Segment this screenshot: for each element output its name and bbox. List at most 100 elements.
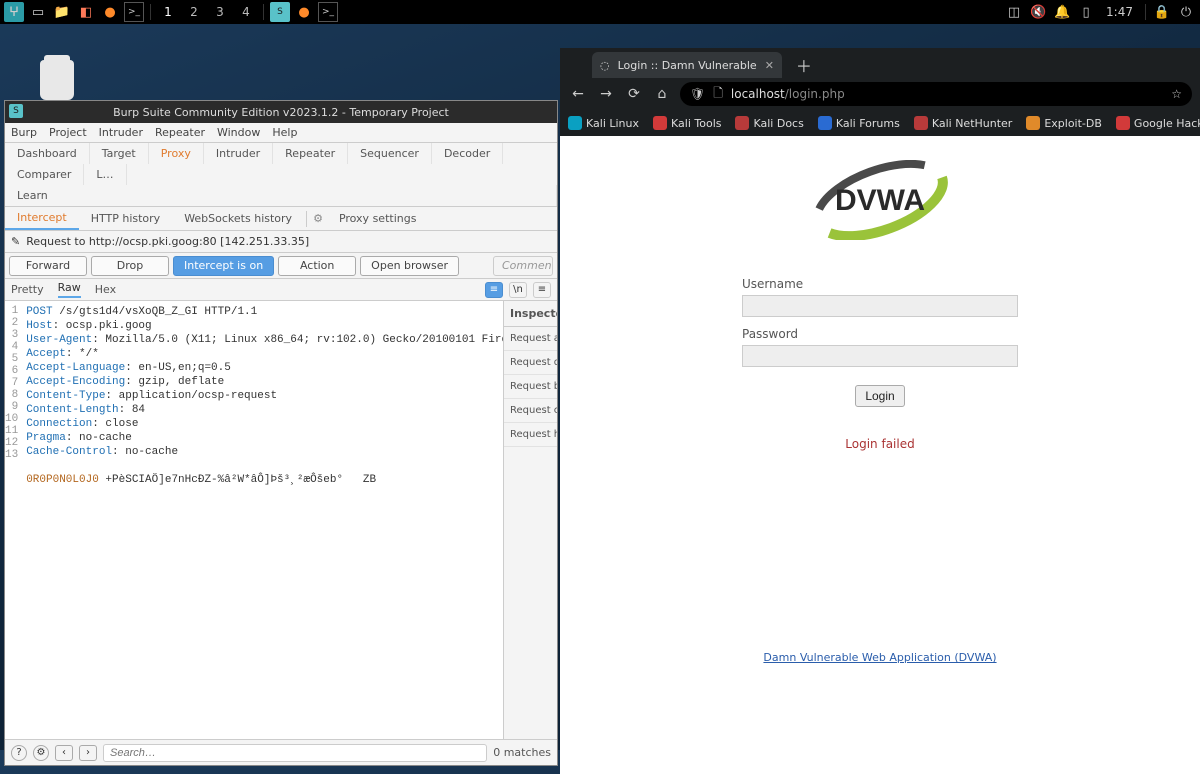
browser-tab[interactable]: ◌ Login :: Damn Vulnerable ✕ xyxy=(592,52,782,78)
tab-repeater[interactable]: Repeater xyxy=(273,143,348,164)
home-icon[interactable]: ⌂ xyxy=(652,86,672,102)
kali-menu-icon[interactable]: ⵖ xyxy=(4,2,24,22)
viewtab-raw[interactable]: Raw xyxy=(58,281,81,298)
search-settings-icon[interactable]: ⚙ xyxy=(33,745,49,761)
newline-toggle-icon[interactable]: \n xyxy=(509,282,527,298)
tab-target[interactable]: Target xyxy=(90,143,149,164)
browser-chrome: ◌ Login :: Damn Vulnerable ✕ ＋ ← → ⟳ ⌂ 🛡… xyxy=(560,48,1200,136)
bookmark-favicon-icon xyxy=(653,116,667,130)
password-input[interactable] xyxy=(742,345,1018,367)
intercept-toggle-button[interactable]: Intercept is on xyxy=(173,256,274,276)
subtab-intercept[interactable]: Intercept xyxy=(5,207,79,230)
bookmark-item[interactable]: Kali Linux xyxy=(568,116,639,130)
firefox-icon[interactable]: ● xyxy=(100,2,120,22)
action-button[interactable]: Action xyxy=(278,256,356,276)
clock[interactable]: 1:47 xyxy=(1100,5,1139,19)
battery-icon[interactable]: ▯ xyxy=(1076,2,1096,22)
bookmark-item[interactable]: Kali NetHunter xyxy=(914,116,1013,130)
bookmark-item[interactable]: Kali Docs xyxy=(735,116,803,130)
taskbar-app-firefox-icon[interactable]: ● xyxy=(294,2,314,22)
bookmark-star-icon[interactable]: ☆ xyxy=(1171,87,1182,101)
taskbar-app-terminal-icon[interactable]: >_ xyxy=(318,2,338,22)
tab-comparer[interactable]: Comparer xyxy=(5,164,84,185)
workspace-2[interactable]: 2 xyxy=(183,5,205,19)
burp-primary-tabs: Dashboard Target Proxy Intruder Repeater… xyxy=(5,143,557,207)
tab-dashboard[interactable]: Dashboard xyxy=(5,143,90,164)
inspector-row[interactable]: Request hea xyxy=(504,423,557,447)
workspace-1[interactable]: 1 xyxy=(157,5,179,19)
burp-title: Burp Suite Community Edition v2023.1.2 -… xyxy=(113,106,449,119)
help-icon[interactable]: ? xyxy=(11,745,27,761)
bookmark-item[interactable]: Kali Forums xyxy=(818,116,900,130)
login-button[interactable]: Login xyxy=(855,385,905,407)
tab-more[interactable]: L… xyxy=(84,164,126,185)
wrap-toggle-icon[interactable]: ≡ xyxy=(485,282,503,298)
search-matches: 0 matches xyxy=(493,746,551,759)
inspector-row[interactable]: Request coo xyxy=(504,399,557,423)
http-editor[interactable]: 12345678910111213 POST /s/gts1d4/vsXoQB_… xyxy=(5,301,503,739)
back-icon[interactable]: ← xyxy=(568,86,588,102)
pencil-icon[interactable]: ✎ xyxy=(11,235,20,248)
bookmark-favicon-icon xyxy=(914,116,928,130)
menu-project[interactable]: Project xyxy=(49,126,87,139)
volume-muted-icon[interactable]: 🔇 xyxy=(1028,2,1048,22)
url-bar[interactable]: 🛡 🗋 localhost/login.php ☆ xyxy=(680,82,1192,106)
forward-button[interactable]: Forward xyxy=(9,256,87,276)
menu-repeater[interactable]: Repeater xyxy=(155,126,205,139)
burp-titlebar[interactable]: S Burp Suite Community Edition v2023.1.2… xyxy=(5,101,557,123)
bookmark-item[interactable]: Exploit-DB xyxy=(1026,116,1102,130)
notifications-icon[interactable]: 🔔 xyxy=(1052,2,1072,22)
bookmark-item[interactable]: Kali Tools xyxy=(653,116,721,130)
trash-icon xyxy=(40,60,74,100)
options-chip-icon[interactable]: ≡ xyxy=(533,282,551,298)
inspector-row[interactable]: Request boc xyxy=(504,375,557,399)
search-next-icon[interactable]: › xyxy=(79,745,97,761)
show-desktop-icon[interactable]: ▭ xyxy=(28,2,48,22)
bookmark-item[interactable]: Google Hacking D xyxy=(1116,116,1200,130)
text-editor-icon[interactable]: ◧ xyxy=(76,2,96,22)
inspector-row[interactable]: Request que xyxy=(504,351,557,375)
menu-window[interactable]: Window xyxy=(217,126,260,139)
new-tab-button[interactable]: ＋ xyxy=(788,52,820,78)
desktop: Trash S Burp Suite Community Edition v20… xyxy=(0,24,1200,750)
viewtab-pretty[interactable]: Pretty xyxy=(11,283,44,296)
tab-proxy[interactable]: Proxy xyxy=(149,143,204,164)
search-input[interactable] xyxy=(103,744,487,762)
username-input[interactable] xyxy=(742,295,1018,317)
search-prev-icon[interactable]: ‹ xyxy=(55,745,73,761)
open-browser-button[interactable]: Open browser xyxy=(360,256,459,276)
shield-icon[interactable]: 🛡 xyxy=(690,87,705,101)
comment-field[interactable]: Comment xyxy=(493,256,553,276)
login-failed-message: Login failed xyxy=(742,437,1018,451)
tab-intruder[interactable]: Intruder xyxy=(204,143,273,164)
tab-decoder[interactable]: Decoder xyxy=(432,143,503,164)
burp-menubar: Burp Project Intruder Repeater Window He… xyxy=(5,123,557,143)
menu-intruder[interactable]: Intruder xyxy=(99,126,143,139)
subtab-http-history[interactable]: HTTP history xyxy=(79,207,172,230)
viewtab-hex[interactable]: Hex xyxy=(95,283,116,296)
bookmark-label: Exploit-DB xyxy=(1044,117,1102,130)
site-info-icon[interactable]: 🗋 xyxy=(713,84,723,105)
file-manager-icon[interactable]: 📁 xyxy=(52,2,72,22)
footer-link[interactable]: Damn Vulnerable Web Application (DVWA) xyxy=(763,651,996,664)
subtab-ws-history[interactable]: WebSockets history xyxy=(172,207,304,230)
tab-learn[interactable]: Learn xyxy=(5,185,557,206)
terminal-icon[interactable]: >_ xyxy=(124,2,144,22)
taskbar-app-burp-icon[interactable]: S xyxy=(270,2,290,22)
drop-button[interactable]: Drop xyxy=(91,256,169,276)
intercept-buttons: Forward Drop Intercept is on Action Open… xyxy=(5,253,557,279)
power-icon[interactable]: ⏻ xyxy=(1176,2,1196,22)
subtab-proxy-settings[interactable]: Proxy settings xyxy=(327,207,429,230)
reload-icon[interactable]: ⟳ xyxy=(624,86,644,102)
workspace-4[interactable]: 4 xyxy=(235,5,257,19)
menu-help[interactable]: Help xyxy=(272,126,297,139)
close-tab-icon[interactable]: ✕ xyxy=(765,59,774,72)
workspace-3[interactable]: 3 xyxy=(209,5,231,19)
forward-icon[interactable]: → xyxy=(596,86,616,102)
workspace-overview-icon[interactable]: ◫ xyxy=(1004,2,1024,22)
inspector-row[interactable]: Request att xyxy=(504,327,557,351)
dvwa-logo: DVWA xyxy=(795,160,965,243)
tab-sequencer[interactable]: Sequencer xyxy=(348,143,432,164)
lock-icon[interactable]: 🔒 xyxy=(1152,2,1172,22)
menu-burp[interactable]: Burp xyxy=(11,126,37,139)
